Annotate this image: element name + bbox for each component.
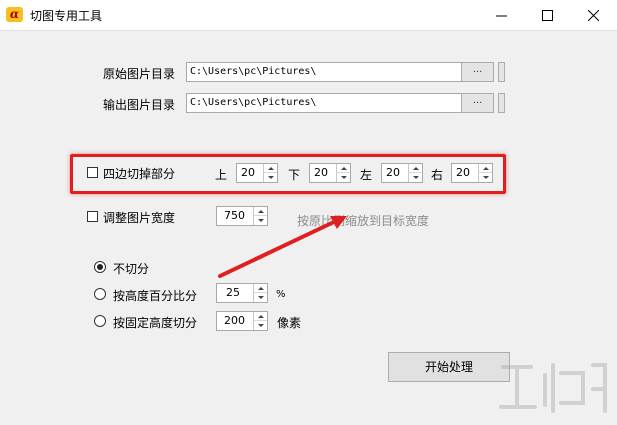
start-processing-button[interactable]: 开始处理 bbox=[388, 352, 510, 382]
watermark-logo-icon bbox=[499, 363, 607, 413]
app-window: α 切图专用工具 原始图片目录 C:\Users\pc\Pictures\ ..… bbox=[0, 0, 617, 425]
